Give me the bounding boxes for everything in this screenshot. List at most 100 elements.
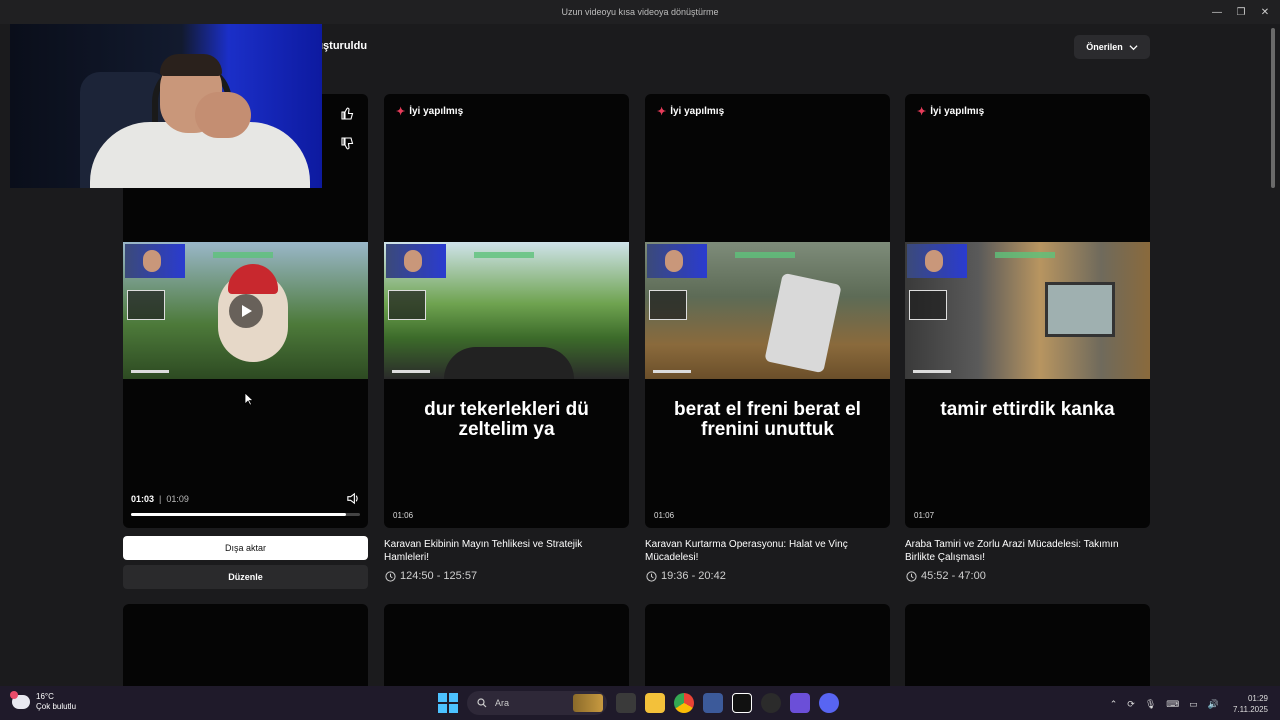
clip-card[interactable]: ✦ İyi yapılmış dur tekerlekleri dü zeltel… [384,94,629,528]
sync-icon[interactable]: ⟳ [1127,699,1135,710]
system-tray: ⌃ ⟳ 🎙 ⌨ ▭ 🔊 01:29 7.11.2025 [1110,693,1268,715]
clip-caption: tamir ettirdik kanka [940,399,1115,420]
edit-button[interactable]: Düzenle [123,565,368,589]
clip-caption: berat el freni berat el frenini unuttuk [674,399,861,440]
chevron-down-icon [1129,44,1138,50]
weather-condition: Çok bulutlu [36,702,77,711]
clip-title[interactable]: Karavan Kurtarma Operasyonu: Halat ve Vi… [645,538,890,564]
windows-start-icon[interactable] [438,693,458,713]
clock-time: 01:29 [1247,694,1268,703]
thumbs-up-icon[interactable] [340,106,354,120]
app-icon[interactable] [790,693,810,713]
clock-date: 7.11.2025 [1233,705,1268,714]
time-separator: | [159,494,162,504]
clip-thumbnail[interactable] [905,242,1150,379]
game-hud [474,252,534,258]
clip-card[interactable] [384,604,629,686]
clock-icon [646,570,657,582]
game-hud [213,252,273,258]
clip-range: 19:36 - 20:42 [646,570,726,582]
app-icon[interactable] [703,693,723,713]
thumbs-down-icon[interactable] [340,137,354,151]
game-bar [392,370,430,373]
chrome-icon[interactable] [674,693,694,713]
game-menu [127,290,165,320]
search-placeholder: Ara [495,698,510,708]
chevron-up-icon[interactable]: ⌃ [1110,699,1118,710]
cloud-icon [10,691,30,709]
game-hud [735,252,795,258]
clip-thumbnail[interactable] [123,242,368,379]
scrollbar[interactable] [1270,24,1276,686]
speaker-icon[interactable]: 🔊 [1208,699,1219,710]
playback-progress[interactable] [131,513,360,516]
taskbar: 16°C Çok bulutlu Ara ⌃ ⟳ 🎙 ⌨ ▭ 🔊 01:29 7… [0,686,1280,720]
play-icon [242,305,252,317]
game-remote [764,272,842,374]
clip-range: 124:50 - 125:57 [385,570,477,582]
game-bar [913,370,951,373]
clip-title[interactable]: Araba Tamiri ve Zorlu Arazi Mücadelesi: … [905,538,1150,564]
microphone-icon[interactable]: 🎙 [1145,699,1156,710]
streamer-webcam [10,24,322,188]
capcut-icon[interactable] [732,693,752,713]
clip-card[interactable] [123,604,368,686]
clip-title[interactable]: Karavan Ekibinin Mayın Tehlikesi ve Stra… [384,538,629,564]
volume-icon[interactable] [346,492,359,505]
total-time: 01:09 [166,494,189,504]
display-icon[interactable]: ▭ [1189,699,1198,710]
sparkle-icon: ✦ [396,106,406,118]
mouse-cursor-icon [244,392,254,406]
minimize-button[interactable]: — [1212,7,1222,18]
maximize-button[interactable]: ❐ [1236,7,1246,18]
page-title: ışturuldu [320,40,368,52]
sparkle-icon: ✦ [657,106,667,118]
weather-widget[interactable]: 16°C Çok bulutlu [10,691,76,712]
feedback-icons [340,106,354,151]
clock[interactable]: 01:29 7.11.2025 [1233,693,1268,715]
webcam-overlay [647,244,707,278]
clip-duration: 01:07 [914,511,935,520]
clock-icon [906,570,917,582]
game-hud [995,252,1055,258]
close-button[interactable]: ✕ [1260,7,1270,18]
play-button[interactable] [229,294,263,328]
webcam-overlay [386,244,446,278]
clip-thumbnail[interactable] [384,242,629,379]
webcam-overlay [907,244,967,278]
range-label: 45:52 - 47:00 [921,570,986,582]
clip-card[interactable] [645,604,890,686]
task-view-icon[interactable] [616,693,636,713]
progress-fill [131,513,347,516]
clip-card[interactable]: ✦ İyi yapılmış tamir ettirdik kanka 01:07 [905,94,1150,528]
hand [195,92,251,138]
webcam-overlay [125,244,185,278]
playback-time: 01:03 | 01:09 [131,494,189,504]
game-menu [388,290,426,320]
range-label: 19:36 - 20:42 [661,570,726,582]
quality-badge: ✦ İyi yapılmış [657,105,724,118]
clock-icon [385,570,396,582]
export-button[interactable]: Dışa aktar [123,536,368,560]
weather-text: 16°C Çok bulutlu [36,692,76,712]
game-menu [909,290,947,320]
clip-card[interactable]: ✦ İyi yapılmış berat el freni berat el fr… [645,94,890,528]
clip-card[interactable] [905,604,1150,686]
quality-badge: ✦ İyi yapılmış [396,105,463,118]
file-explorer-icon[interactable] [645,693,665,713]
current-time: 01:03 [131,494,155,504]
discord-icon[interactable] [819,693,839,713]
game-character-hat [228,264,278,294]
app-icon[interactable] [761,693,781,713]
scrollbar-thumb[interactable] [1271,28,1275,188]
sparkle-icon: ✦ [917,106,927,118]
clip-thumbnail[interactable] [645,242,890,379]
sort-dropdown[interactable]: Önerilen [1074,35,1150,59]
app-content: ışturuldu Önerilen 01:03 | 01:09 ✦İyi y [0,24,1280,686]
keyboard-icon[interactable]: ⌨ [1166,699,1179,710]
sort-label: Önerilen [1086,42,1123,52]
badge-label: İyi yapılmış [409,106,464,117]
window-controls: — ❐ ✕ [1212,0,1270,24]
clip-duration: 01:06 [393,511,414,520]
taskbar-search[interactable]: Ara [467,691,607,715]
